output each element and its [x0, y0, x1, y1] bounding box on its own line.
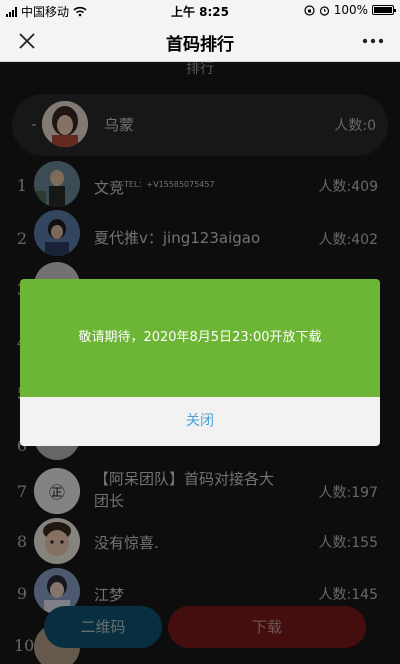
nav-bar: 首码排行: [0, 20, 400, 62]
notice-modal: 敬请期待，2020年8月5日23:00开放下载 关闭: [20, 279, 380, 446]
modal-message: 敬请期待，2020年8月5日23:00开放下载: [20, 279, 380, 397]
battery-label: 100%: [333, 3, 368, 17]
page-title: 首码排行: [166, 35, 234, 55]
status-right: 100%: [304, 3, 396, 17]
more-icon[interactable]: [360, 28, 386, 54]
modal-close-button[interactable]: 关闭: [20, 397, 380, 446]
rotation-lock-icon: [304, 4, 315, 16]
alarm-icon: [319, 5, 329, 16]
battery-icon: [372, 5, 396, 15]
status-bar: 中国移动 上午 8:25 100%: [0, 0, 400, 20]
